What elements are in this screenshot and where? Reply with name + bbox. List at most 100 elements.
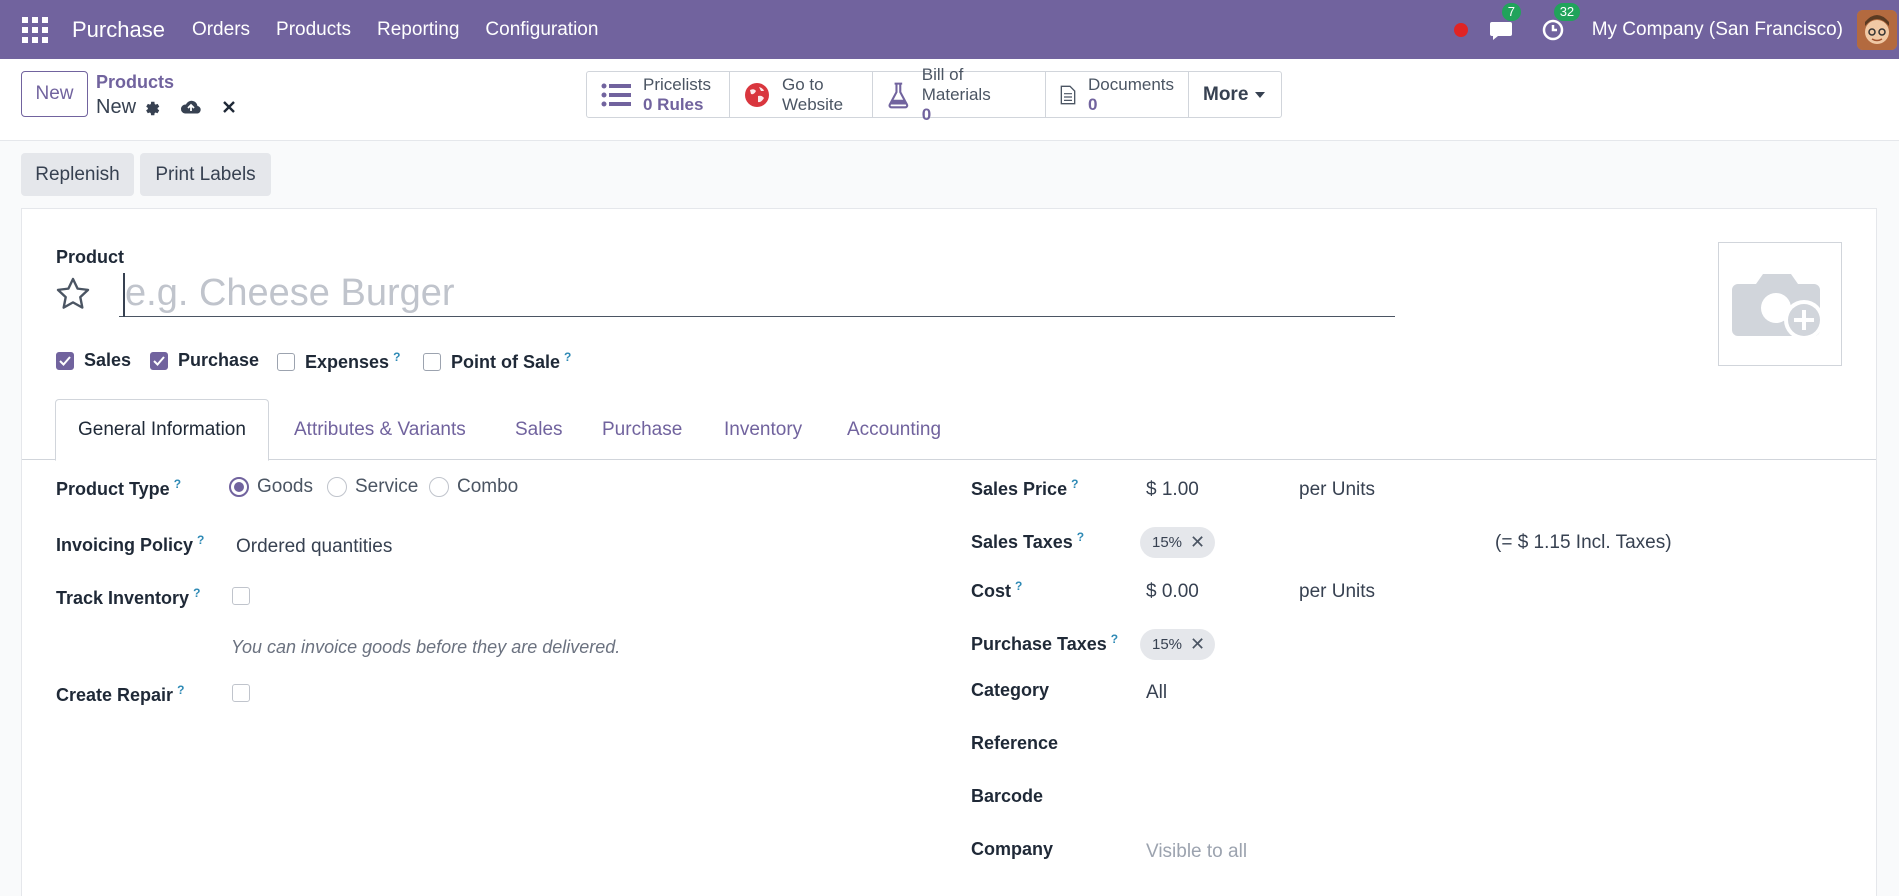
track-inventory-checkbox[interactable]	[232, 587, 250, 605]
purchase-tax-tag: 15% ✕	[1140, 629, 1216, 660]
messages-button[interactable]: 7	[1488, 2, 1521, 43]
company-switcher[interactable]: My Company (San Francisco)	[1592, 19, 1843, 41]
tab-general-information[interactable]: General Information	[55, 399, 269, 461]
cost-input[interactable]: $ 0.00	[1146, 581, 1199, 603]
menu-reporting[interactable]: Reporting	[377, 19, 459, 41]
combo-radio-dot[interactable]	[429, 477, 449, 497]
messages-count-badge: 7	[1501, 2, 1521, 21]
purchase-checkbox[interactable]: Purchase	[150, 350, 259, 371]
cost-label: Cost?	[971, 579, 1022, 602]
expenses-text: Expenses	[305, 352, 390, 372]
expenses-checkbox[interactable]: Expenses?	[277, 350, 400, 373]
documents-button[interactable]: Documents 0	[1046, 72, 1189, 117]
favorite-star-icon[interactable]	[54, 275, 92, 313]
discard-close-icon[interactable]	[222, 100, 236, 114]
tab-sales[interactable]: Sales	[493, 399, 585, 460]
list-icon	[601, 83, 631, 106]
invoicing-policy-select[interactable]: Ordered quantities	[236, 536, 392, 558]
sales-check-box[interactable]	[56, 351, 74, 370]
product-type-goods-radio[interactable]: Goods	[229, 476, 313, 498]
tab-accounting[interactable]: Accounting	[825, 399, 963, 460]
product-name-input[interactable]	[119, 271, 1395, 317]
remove-sales-tax-icon[interactable]: ✕	[1190, 532, 1205, 553]
track-inventory-text: Track Inventory	[56, 588, 190, 608]
tab-attributes-variants[interactable]: Attributes & Variants	[272, 399, 488, 460]
service-radio-dot[interactable]	[327, 477, 347, 497]
pos-text: Point of Sale	[451, 352, 561, 372]
goods-radio-dot[interactable]	[229, 477, 249, 497]
sales-price-input[interactable]: $ 1.00	[1146, 479, 1199, 501]
website-label-1: Go to	[782, 74, 824, 94]
cost-help-icon[interactable]: ?	[1015, 579, 1022, 593]
product-type-text: Product Type	[56, 479, 170, 499]
sales-checkbox-label: Sales	[84, 350, 132, 370]
globe-icon	[745, 82, 769, 107]
tab-purchase[interactable]: Purchase	[580, 399, 704, 460]
menu-configuration[interactable]: Configuration	[485, 19, 598, 41]
pricelists-button[interactable]: Pricelists 0 Rules	[587, 72, 730, 117]
document-icon	[1060, 85, 1076, 104]
create-repair-text: Create Repair	[56, 685, 174, 705]
cost-text: Cost	[971, 581, 1011, 601]
menu-products[interactable]: Products	[276, 19, 351, 41]
breadcrumb-products[interactable]: Products	[96, 72, 174, 93]
more-button[interactable]: More	[1189, 72, 1281, 117]
replenish-button[interactable]: Replenish	[21, 153, 134, 196]
category-label: Category	[971, 680, 1050, 700]
tab-inventory[interactable]: Inventory	[702, 399, 824, 460]
product-type-label: Product Type?	[56, 477, 181, 500]
sales-taxes-label: Sales Taxes?	[971, 530, 1084, 553]
product-type-help-icon[interactable]: ?	[174, 477, 181, 491]
purchase-check-box[interactable]	[150, 351, 168, 370]
smart-buttons: Pricelists 0 Rules Go to Website Bill of…	[586, 65, 1282, 124]
camera-plus-icon	[1732, 274, 1824, 340]
app-name[interactable]: Purchase	[72, 17, 165, 43]
sales-price-uom: per Units	[1299, 479, 1376, 500]
breadcrumb-current-label: New	[96, 96, 137, 118]
user-avatar[interactable]	[1857, 9, 1897, 50]
barcode-input[interactable]	[1146, 786, 1846, 812]
create-repair-label: Create Repair?	[56, 683, 184, 706]
product-form-sheet: Product Sales Purchase Expenses? Point o…	[21, 208, 1877, 896]
app-grid-icon[interactable]	[22, 16, 48, 43]
product-type-combo-radio[interactable]: Combo	[429, 476, 518, 498]
expenses-help-icon[interactable]: ?	[393, 350, 400, 364]
text-cursor	[123, 273, 125, 317]
control-panel: New Products New Pricelists 0 Rules Go t…	[0, 59, 1899, 141]
track-inventory-help-icon[interactable]: ?	[193, 586, 200, 600]
activities-count-badge: 32	[1553, 2, 1581, 21]
new-button[interactable]: New	[21, 71, 88, 117]
reference-input[interactable]	[1146, 733, 1846, 759]
invoicing-policy-label: Invoicing Policy?	[56, 533, 204, 556]
go-to-website-button[interactable]: Go to Website	[730, 72, 873, 117]
print-labels-button[interactable]: Print Labels	[140, 153, 271, 196]
create-repair-checkbox[interactable]	[232, 684, 250, 702]
invoicing-policy-text: Invoicing Policy	[56, 535, 194, 555]
flask-icon	[888, 82, 909, 108]
purchase-taxes-help-icon[interactable]: ?	[1111, 632, 1118, 646]
recording-indicator-icon[interactable]	[1453, 22, 1468, 37]
purchase-checkbox-label: Purchase	[178, 350, 260, 370]
product-type-service-radio[interactable]: Service	[327, 476, 418, 498]
sales-price-help-icon[interactable]: ?	[1071, 477, 1078, 491]
category-select[interactable]: All	[1146, 682, 1167, 704]
menu-orders[interactable]: Orders	[192, 19, 250, 41]
company-select[interactable]: Visible to all	[1146, 841, 1247, 863]
activities-button[interactable]: 32	[1540, 2, 1581, 43]
save-cloud-icon[interactable]	[180, 99, 202, 117]
invoicing-policy-help-icon[interactable]: ?	[197, 533, 204, 547]
bill-of-materials-button[interactable]: Bill of Materials 0	[873, 65, 1046, 124]
remove-purchase-tax-icon[interactable]: ✕	[1190, 634, 1205, 655]
create-repair-help-icon[interactable]: ?	[177, 683, 184, 697]
pos-help-icon[interactable]: ?	[564, 350, 571, 364]
sales-checkbox[interactable]: Sales	[56, 350, 131, 371]
expenses-check-box[interactable]	[277, 352, 295, 371]
form-tabs: General Information Attributes & Variant…	[22, 399, 1876, 461]
product-image-upload[interactable]	[1718, 242, 1842, 366]
gear-icon[interactable]	[142, 99, 160, 117]
check-icon	[153, 355, 165, 366]
website-label-2: Website	[782, 94, 844, 114]
pos-check-box[interactable]	[423, 352, 441, 371]
sales-taxes-help-icon[interactable]: ?	[1077, 530, 1084, 544]
point-of-sale-checkbox[interactable]: Point of Sale?	[423, 350, 571, 373]
